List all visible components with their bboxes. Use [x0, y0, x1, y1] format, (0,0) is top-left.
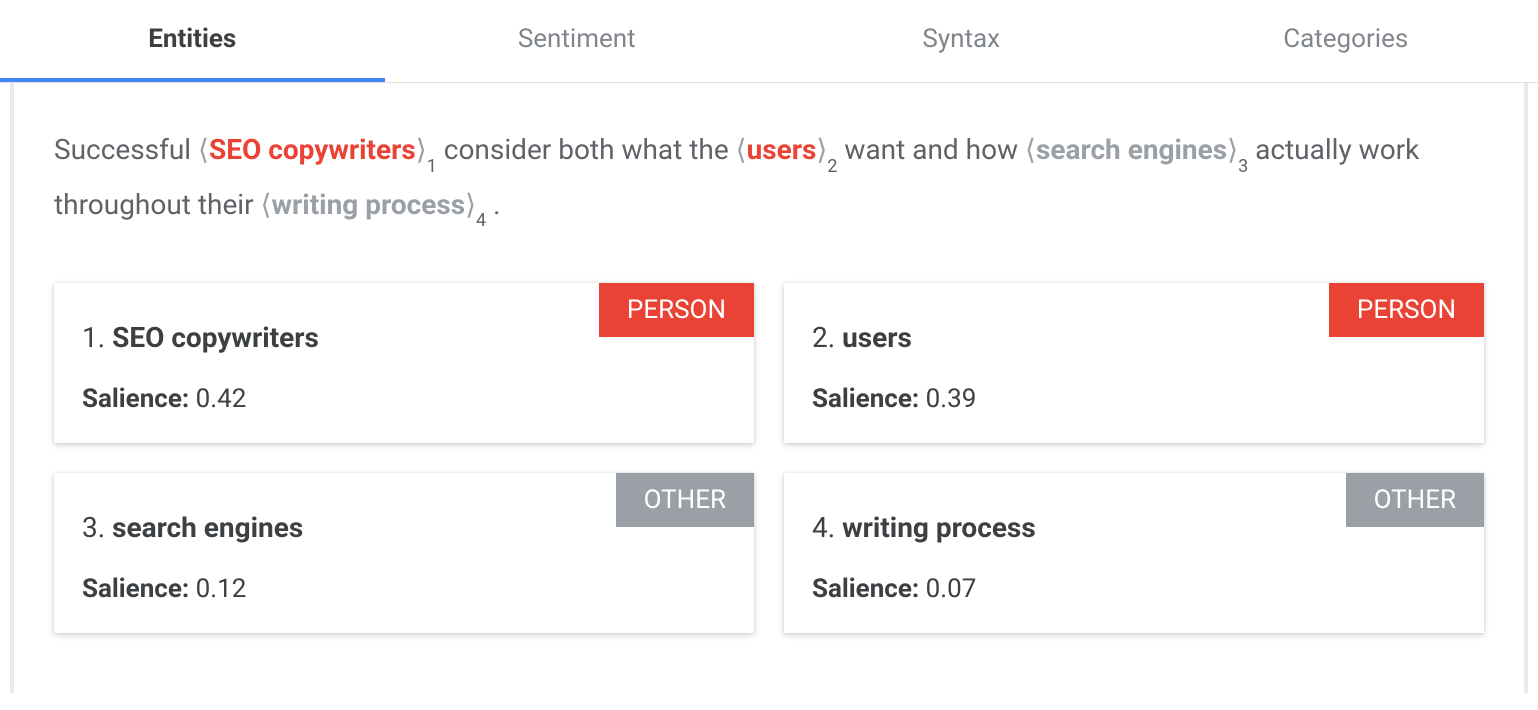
entity-name: search engines: [112, 511, 303, 544]
entity-index: 1.: [82, 321, 105, 354]
salience-value: 0.12: [196, 574, 247, 604]
salience-label: Salience:: [812, 574, 919, 604]
entity-bracket-open: ⟨: [1025, 133, 1036, 166]
entity-salience: Salience: 0.42: [82, 384, 726, 414]
entity-cards-grid: PERSON 1. SEO copywriters Salience: 0.42…: [54, 283, 1484, 633]
entity-mention: users: [747, 133, 817, 166]
salience-label: Salience:: [812, 384, 919, 414]
entity-mention: SEO copywriters: [209, 133, 416, 166]
entity-category-badge: OTHER: [616, 473, 754, 527]
tab-syntax[interactable]: Syntax: [769, 0, 1154, 82]
entity-name: SEO copywriters: [112, 321, 319, 354]
entity-salience: Salience: 0.39: [812, 384, 1456, 414]
entity-index: 2.: [812, 321, 835, 354]
entity-index: 3.: [82, 511, 105, 544]
content-panel: Successful ⟨SEO copywriters⟩1 consider b…: [10, 83, 1528, 693]
entity-category-badge: PERSON: [599, 283, 754, 337]
entity-salience: Salience: 0.07: [812, 574, 1456, 604]
entity-bracket-open: ⟨: [736, 133, 747, 166]
entity-name: writing process: [842, 511, 1036, 544]
entity-index: 4.: [812, 511, 835, 544]
entity-subscript-index: 4: [476, 210, 486, 231]
entity-salience: Salience: 0.12: [82, 574, 726, 604]
entity-subscript-index: 2: [827, 156, 837, 177]
entity-subscript-index: 3: [1238, 156, 1248, 177]
entity-card: OTHER 4. writing process Salience: 0.07: [784, 473, 1484, 633]
entity-category-badge: PERSON: [1329, 283, 1484, 337]
entity-bracket-close: ⟩: [465, 188, 476, 221]
salience-label: Salience:: [82, 574, 189, 604]
entity-bracket-open: ⟨: [261, 188, 272, 221]
entity-category-badge: OTHER: [1346, 473, 1484, 527]
entity-bracket-close: ⟩: [416, 133, 427, 166]
tab-sentiment[interactable]: Sentiment: [385, 0, 770, 82]
analyzed-sentence: Successful ⟨SEO copywriters⟩1 consider b…: [54, 123, 1484, 233]
entity-bracket-open: ⟨: [198, 133, 209, 166]
entity-bracket-close: ⟩: [1227, 133, 1238, 166]
salience-value: 0.07: [926, 574, 977, 604]
entity-mention: writing process: [271, 188, 465, 221]
entity-mention: search engines: [1036, 133, 1227, 166]
tab-categories[interactable]: Categories: [1154, 0, 1538, 82]
tab-entities[interactable]: Entities: [0, 0, 385, 82]
entity-card: PERSON 1. SEO copywriters Salience: 0.42: [54, 283, 754, 443]
entity-card: PERSON 2. users Salience: 0.39: [784, 283, 1484, 443]
entity-bracket-close: ⟩: [816, 133, 827, 166]
entity-card: OTHER 3. search engines Salience: 0.12: [54, 473, 754, 633]
salience-value: 0.39: [926, 384, 977, 414]
salience-label: Salience:: [82, 384, 189, 414]
tabs-bar: Entities Sentiment Syntax Categories: [0, 0, 1538, 83]
entity-name: users: [842, 321, 912, 354]
salience-value: 0.42: [196, 384, 247, 414]
entity-subscript-index: 1: [427, 156, 437, 177]
